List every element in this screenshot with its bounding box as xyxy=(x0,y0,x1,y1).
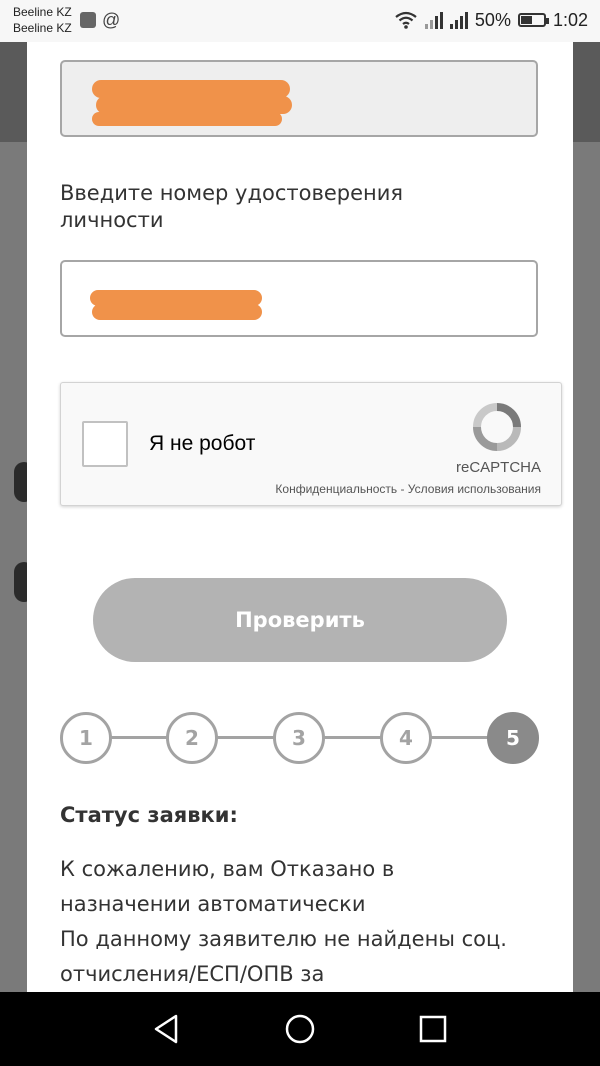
at-icon: @ xyxy=(102,10,121,30)
step-5: 5 xyxy=(487,712,539,764)
status-line-2: По данному заявителю не найдены соц. отч… xyxy=(60,927,507,986)
status-title: Статус заявки: xyxy=(60,803,238,827)
recaptcha-label: Я не робот xyxy=(149,432,256,455)
home-icon[interactable] xyxy=(277,1006,323,1052)
navigation-bar xyxy=(0,992,600,1066)
carrier-1: Beeline KZ xyxy=(13,5,72,19)
recaptcha-checkbox[interactable] xyxy=(82,421,128,467)
status-text: К сожалению, вам Отказано в назначении а… xyxy=(60,852,520,992)
recaptcha-links[interactable]: Конфиденциальность - Условия использован… xyxy=(275,482,541,497)
step-2: 2 xyxy=(166,712,218,764)
check-button[interactable]: Проверить xyxy=(93,578,507,662)
recaptcha-widget: Я не робот reCAPTCHA Конфиденциальность … xyxy=(60,382,562,506)
clock: 1:02 xyxy=(552,10,588,30)
recaptcha-logo-icon xyxy=(473,403,521,451)
battery-icon xyxy=(517,13,549,27)
recaptcha-brand: reCAPTCHA xyxy=(455,459,541,476)
step-3: 3 xyxy=(273,712,325,764)
check-status-modal: Введите номер удостоверения личности Я н… xyxy=(27,42,573,992)
status-line-1: К сожалению, вам Отказано в назначении а… xyxy=(60,857,395,916)
step-1: 1 xyxy=(60,712,112,764)
step-4: 4 xyxy=(380,712,432,764)
carrier-2: Beeline KZ xyxy=(13,21,72,35)
cell-signal-icon xyxy=(449,11,468,29)
cell-signal-icon xyxy=(424,11,443,29)
name-field[interactable] xyxy=(60,60,538,137)
status-bar: Beeline KZ Beeline KZ @ 50% 1:02 xyxy=(0,0,600,42)
id-number-field[interactable] xyxy=(60,260,538,337)
redaction xyxy=(92,112,282,126)
shield-icon xyxy=(80,12,96,28)
back-icon[interactable] xyxy=(144,1006,190,1052)
id-number-label: Введите номер удостоверения личности xyxy=(60,181,404,232)
wifi-icon xyxy=(395,11,417,29)
recents-icon[interactable] xyxy=(410,1006,456,1052)
battery-percent: 50% xyxy=(474,10,511,30)
redaction xyxy=(92,304,262,320)
carrier-names: Beeline KZ Beeline KZ xyxy=(13,4,72,36)
